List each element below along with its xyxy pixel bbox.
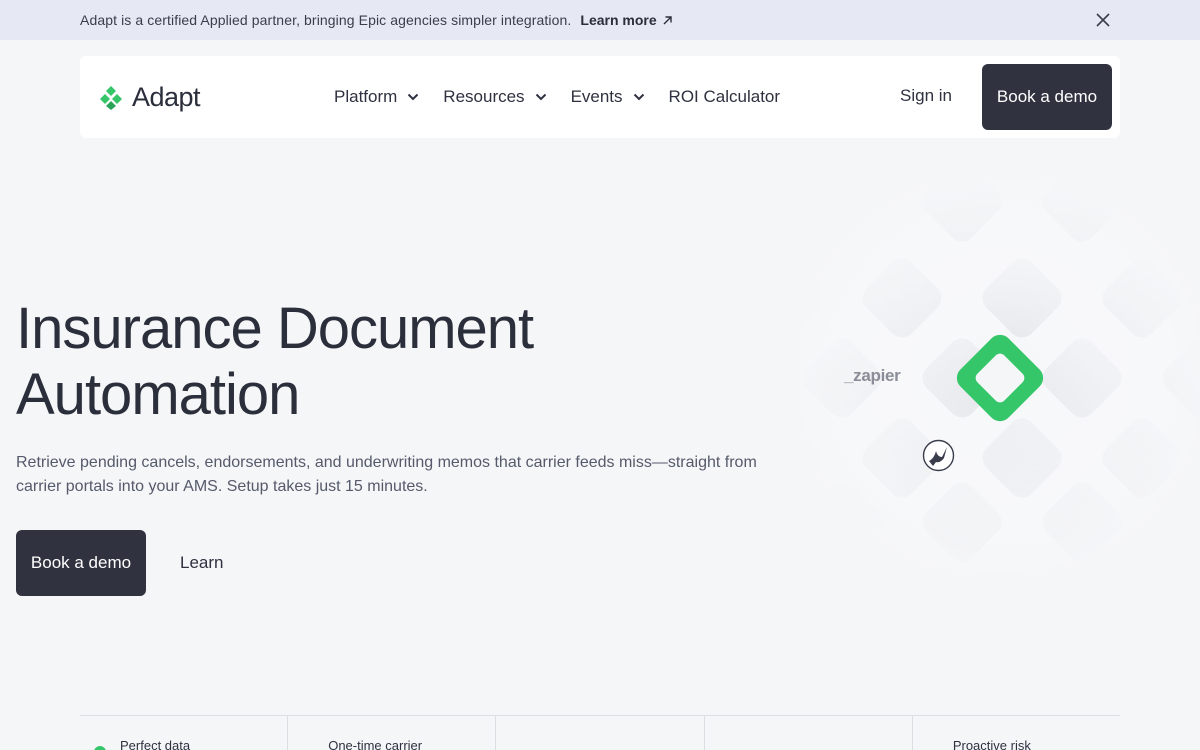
check-icon — [94, 746, 106, 750]
feature-label: One-time carrier — [328, 738, 423, 750]
chevron-down-icon — [633, 93, 645, 101]
book-demo-nav-button[interactable]: Book a demo — [982, 64, 1112, 130]
adapt-logo-icon — [100, 86, 122, 110]
close-announcement-button[interactable] — [1094, 11, 1112, 29]
announcement-message: Adapt is a certified Applied partner, br… — [80, 12, 572, 28]
brand-wordmark: Adapt — [132, 81, 201, 112]
hero-subtitle: Retrieve pending cancels, endorsements, … — [16, 454, 757, 495]
nav-item-platform[interactable]: Platform — [334, 87, 419, 107]
main-navbar: Adapt Platform Resources Events ROI Calc… — [80, 56, 1120, 138]
brand-logo-link[interactable]: Adapt — [98, 80, 201, 114]
nav-item-label: ROI Calculator — [668, 87, 781, 106]
announcement-learn-more-label: Learn more — [580, 12, 657, 28]
announcement-learn-more-link[interactable]: Learn more — [580, 12, 672, 28]
hero-title: Insurance Document Automation — [16, 296, 636, 428]
feature-strip: Perfect data One-time carrier Proactive … — [80, 715, 1120, 750]
zapier-logo: _zapier — [844, 366, 901, 385]
feature-label: Proactive risk — [952, 738, 1031, 750]
close-icon — [1096, 13, 1110, 27]
nav-item-label: Platform — [334, 87, 398, 106]
learn-link[interactable]: Learn — [180, 553, 223, 573]
nav-item-label: Resources — [443, 87, 525, 106]
book-demo-hero-button[interactable]: Book a demo — [16, 530, 146, 596]
chevron-down-icon — [535, 93, 547, 101]
nav-item-label: Events — [570, 87, 623, 106]
feature-item: Proactive risk — [911, 716, 1120, 750]
feature-item: Perfect data — [80, 716, 287, 750]
chevron-down-icon — [407, 93, 419, 101]
nav-item-resources[interactable]: Resources — [443, 87, 546, 107]
bird-logo-icon — [922, 439, 955, 472]
sign-in-link[interactable]: Sign in — [900, 86, 952, 106]
nav-menu: Platform Resources Events ROI Calculator — [334, 84, 780, 110]
hero-title-line-1: Insurance Document — [16, 296, 534, 361]
hero-title-line-2: Automation — [16, 362, 300, 427]
nav-item-events[interactable]: Events — [571, 87, 645, 107]
feature-item — [495, 716, 703, 750]
feature-item — [703, 716, 912, 750]
feature-label: Perfect data — [120, 738, 191, 750]
nav-item-roi-calculator[interactable]: ROI Calculator — [669, 87, 780, 107]
arrow-up-right-icon — [663, 15, 672, 24]
feature-item: One-time carrier — [287, 716, 495, 750]
announcement-bar: Adapt is a certified Applied partner, br… — [0, 0, 1200, 40]
